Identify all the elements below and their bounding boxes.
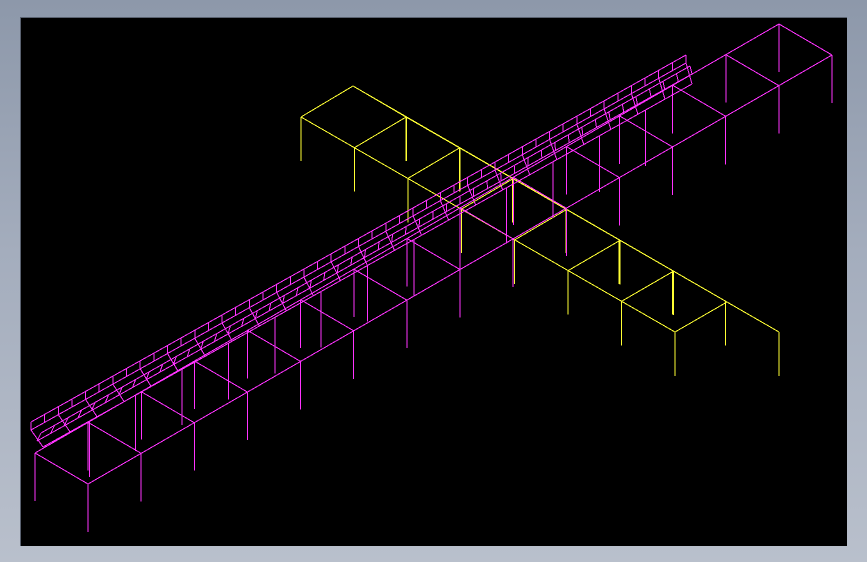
- magenta-walkway-structure: [30, 23, 833, 532]
- wireframe-scene: [30, 23, 833, 532]
- railing-post: [689, 65, 693, 75]
- rafter: [513, 178, 567, 210]
- rack-cross-beam: [406, 238, 461, 270]
- rafter: [621, 270, 674, 302]
- cad-3d-viewport[interactable]: [20, 17, 847, 546]
- rack-cross-beam: [34, 452, 89, 485]
- railing-post: [608, 111, 611, 120]
- railing-post: [567, 134, 570, 143]
- railing-post: [336, 264, 339, 273]
- rack-cross-beam: [725, 54, 780, 87]
- railing-post: [540, 150, 543, 159]
- rafter: [514, 208, 567, 241]
- rafter: [352, 85, 407, 118]
- rack-cross-beam: [247, 329, 301, 362]
- rafter: [566, 208, 620, 241]
- rafter: [673, 270, 726, 302]
- rack-cross-beam: [300, 299, 354, 332]
- rafter: [300, 85, 354, 118]
- rack-cross-beam: [778, 23, 833, 56]
- rack-cross-beam: [566, 146, 620, 179]
- rafter: [674, 301, 728, 333]
- railing-post: [404, 226, 407, 235]
- rafter: [459, 147, 513, 179]
- railing-post: [621, 104, 625, 113]
- railing-post: [648, 88, 652, 98]
- rafter: [407, 147, 461, 179]
- rack-cross-beam: [513, 176, 567, 209]
- railing-post: [635, 96, 638, 105]
- rafter: [726, 301, 780, 333]
- railing-post: [554, 142, 557, 151]
- railing-post: [418, 218, 421, 227]
- rack-cross-beam: [87, 421, 142, 454]
- rafter: [406, 116, 460, 149]
- rack-cross-beam: [459, 207, 514, 240]
- railing-post: [594, 119, 597, 128]
- railing-post: [662, 81, 666, 90]
- railing-post: [350, 257, 353, 266]
- rafter: [619, 239, 673, 272]
- railing-post: [391, 234, 394, 243]
- railing-post: [581, 127, 584, 136]
- railing-post: [377, 241, 380, 250]
- application-frame: [0, 0, 867, 562]
- railing-post: [364, 249, 366, 258]
- railing-post: [675, 73, 679, 82]
- rafter: [354, 116, 407, 149]
- railing-post: [527, 157, 529, 166]
- rack-cross-beam: [353, 268, 408, 301]
- rack-cross-beam: [194, 360, 248, 393]
- rafter: [567, 239, 621, 272]
- rack-cross-beam: [141, 391, 195, 424]
